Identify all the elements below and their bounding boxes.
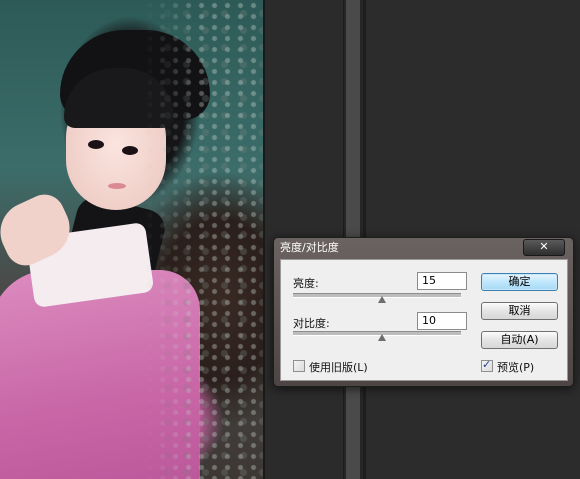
contrast-label: 对比度:: [293, 317, 330, 330]
close-button[interactable]: ✕: [523, 239, 565, 256]
contrast-slider-track[interactable]: [293, 331, 461, 336]
auto-button[interactable]: 自动(A): [481, 331, 558, 349]
brightness-input[interactable]: [417, 272, 467, 290]
use-legacy-label: 使用旧版(L): [309, 361, 368, 374]
ok-button[interactable]: 确定: [481, 273, 558, 291]
preview-label: 预览(P): [497, 361, 535, 374]
brightness-slider-track[interactable]: [293, 293, 461, 298]
brightness-label: 亮度:: [293, 277, 319, 290]
brightness-slider-thumb[interactable]: [378, 296, 387, 303]
cancel-button[interactable]: 取消: [481, 302, 558, 320]
panel-divider: [263, 0, 265, 479]
photo-canvas[interactable]: [0, 0, 263, 479]
preview-checkbox[interactable]: ✓: [481, 358, 493, 372]
use-legacy-checkbox[interactable]: [293, 360, 305, 372]
bokeh-dots: [0, 0, 263, 479]
contrast-input[interactable]: [417, 312, 467, 330]
brightness-contrast-dialog: 亮度/对比度 ✕ 亮度: 对比度: 使用旧版(L) 确定 取消 自动(A) ✓ …: [273, 237, 574, 387]
dialog-body: 亮度: 对比度: 使用旧版(L) 确定 取消 自动(A) ✓ 预览(P): [280, 259, 568, 381]
checkmark-icon: ✓: [482, 358, 492, 371]
close-icon: ✕: [539, 240, 549, 253]
contrast-slider-thumb[interactable]: [378, 334, 387, 341]
